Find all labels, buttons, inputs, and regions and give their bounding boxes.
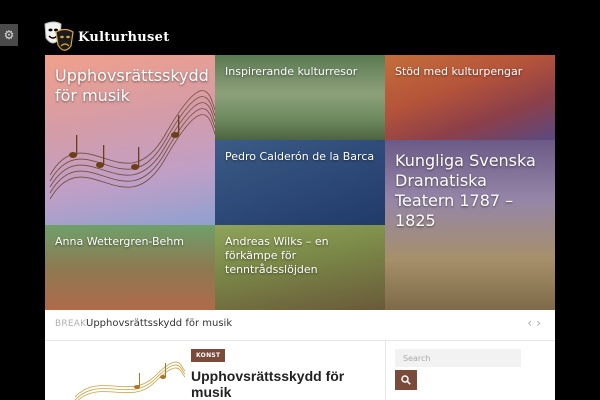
featured-tile[interactable]: Upphovsrättsskydd för musik: [45, 55, 215, 225]
settings-toggle[interactable]: ⚙: [0, 24, 18, 46]
site-logo[interactable]: Kulturhuset: [42, 18, 170, 56]
featured-tile[interactable]: Andreas Wilks – en förkämpe för tenntråd…: [215, 225, 385, 310]
featured-grid: Upphovsrättsskydd för musik Inspirerande…: [45, 55, 555, 310]
ticker-arrows: ‹›: [527, 316, 545, 330]
featured-title: Upphovsrättsskydd för musik: [55, 66, 209, 105]
featured-title: Inspirerande kulturresor: [225, 65, 358, 78]
gear-icon: ⚙: [3, 28, 15, 42]
featured-title: Stöd med kulturpengar: [395, 65, 523, 78]
featured-title: Anna Wettergren-Behm: [55, 235, 185, 248]
site-name: Kulturhuset: [78, 29, 170, 45]
featured-tile[interactable]: Anna Wettergren-Behm: [45, 225, 215, 310]
featured-title: Andreas Wilks – en förkämpe för tenntråd…: [225, 235, 329, 276]
featured-title: Kungliga Svenska Dramatiska Teatern 1787…: [395, 151, 536, 230]
search-input[interactable]: [395, 349, 521, 367]
featured-tile[interactable]: Stöd med kulturpengar: [385, 55, 555, 140]
featured-tile[interactable]: Inspirerande kulturresor: [215, 55, 385, 140]
chevron-right-icon[interactable]: ›: [536, 316, 545, 330]
theatre-masks-icon: [44, 21, 74, 51]
breaking-news-bar: Breaking Upphovsrättsskydd för musik ‹›: [45, 310, 555, 341]
featured-title: Pedro Calderón de la Barca: [225, 150, 375, 163]
featured-tile[interactable]: Kungliga Svenska Dramatiska Teatern 1787…: [385, 140, 555, 310]
chevron-left-icon[interactable]: ‹: [527, 316, 536, 330]
breaking-headline[interactable]: Upphovsrättsskydd för musik: [86, 318, 237, 329]
category-badge[interactable]: KONST: [191, 349, 226, 362]
featured-tile[interactable]: Pedro Calderón de la Barca: [215, 140, 385, 225]
sidebar-divider: [385, 341, 386, 400]
main-content: KONST Upphovsrättsskydd för musik: [45, 341, 555, 400]
search-icon: [401, 375, 411, 385]
post-thumbnail[interactable]: [75, 361, 185, 400]
search-button[interactable]: [395, 370, 417, 390]
post-title[interactable]: Upphovsrättsskydd för musik: [191, 368, 371, 400]
